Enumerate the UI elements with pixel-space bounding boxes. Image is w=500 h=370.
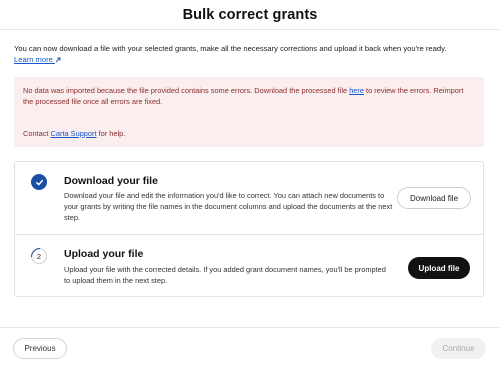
steps-panel: Download your file Download your file an… [14,161,484,297]
continue-button[interactable]: Continue [431,338,486,359]
download-file-button[interactable]: Download file [397,187,471,209]
external-link-icon [55,55,61,66]
footer-bar: Previous Continue [0,327,500,370]
page-header: Bulk correct grants [0,0,500,30]
page-title: Bulk correct grants [182,6,318,23]
learn-more-link[interactable]: Learn more [14,55,61,64]
contact-support-text: Contact Carta Support for help. [23,129,126,138]
intro-description: You can now download a file with your se… [14,44,447,53]
step-description: Download your file and edit the informat… [64,191,393,222]
previous-button[interactable]: Previous [13,338,67,359]
upload-file-button[interactable]: Upload file [408,257,470,279]
intro-text: You can now download a file with your se… [14,43,494,66]
step-upload: 2 Upload your file Upload your file with… [15,235,483,297]
error-alert: No data was imported because the file pr… [14,77,484,147]
step-title: Download your file [64,175,158,187]
error-message: No data was imported because the file pr… [23,86,464,106]
step-download: Download your file Download your file an… [15,162,483,235]
step-number-icon: 2 [31,248,47,264]
carta-support-link[interactable]: Carta Support [51,129,97,138]
checkmark-icon [31,174,47,190]
error-file-link[interactable]: here [349,86,364,95]
step-description: Upload your file with the corrected deta… [64,265,386,285]
step-title: Upload your file [64,248,144,260]
